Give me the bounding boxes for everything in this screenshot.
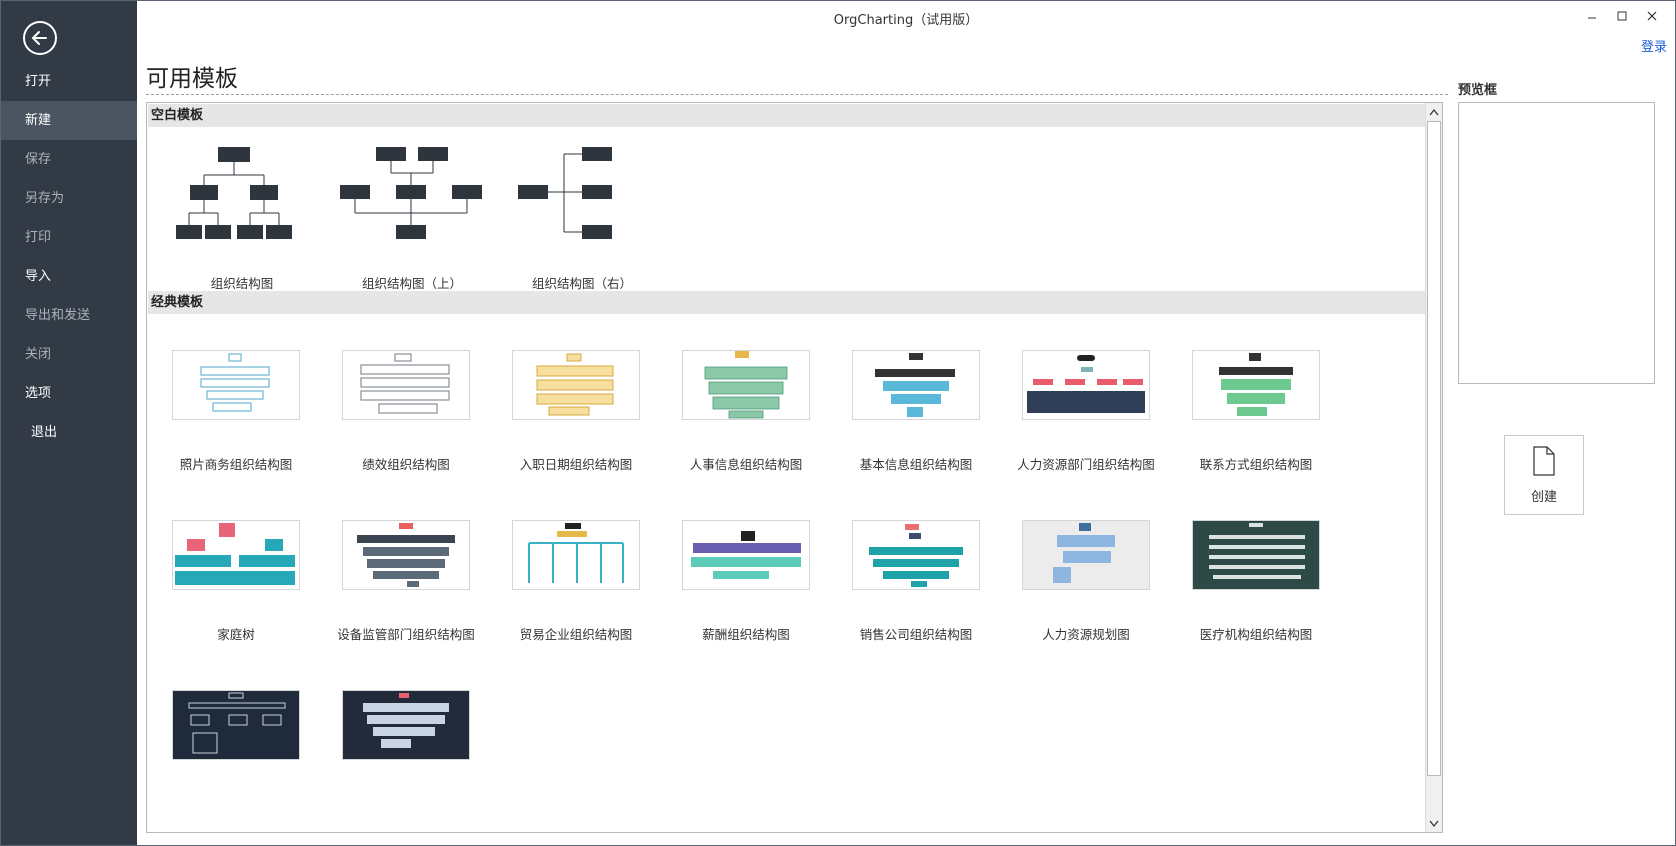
sidebar-item-import[interactable]: 导入 bbox=[1, 257, 137, 296]
template-label: 绩效组织结构图 bbox=[362, 457, 450, 472]
sidebar: 打开 新建 保存 另存为 打印 导入 导出和发送 关闭 选项 退出 bbox=[1, 1, 137, 845]
minimize-icon bbox=[1588, 17, 1596, 19]
template-thumbnail bbox=[342, 520, 470, 590]
template-sales-company[interactable]: 销售公司组织结构图 bbox=[827, 520, 997, 650]
template-thumbnail bbox=[342, 350, 470, 420]
vertical-scrollbar[interactable] bbox=[1425, 103, 1442, 832]
template-thumbnail bbox=[1022, 350, 1150, 420]
triangle-down-icon bbox=[1429, 820, 1439, 827]
maximize-icon bbox=[1617, 11, 1627, 21]
template-label: 家庭树 bbox=[217, 627, 255, 642]
org-chart-thumbnail bbox=[176, 147, 292, 239]
template-trade-enterprise[interactable]: 贸易企业组织结构图 bbox=[487, 520, 657, 650]
template-panel: 空白模板 组织结构图 组织结构图（上） 组织结构图（右） 经典模板 照片商务组织… bbox=[146, 102, 1443, 833]
template-hire-date[interactable]: 入职日期组织结构图 bbox=[487, 350, 657, 480]
sidebar-item-close[interactable]: 关闭 bbox=[1, 335, 137, 374]
close-button[interactable] bbox=[1637, 5, 1667, 27]
window-title: OrgCharting（试用版） bbox=[833, 13, 979, 28]
template-label: 人力资源部门组织结构图 bbox=[1017, 457, 1155, 472]
template-label: 销售公司组织结构图 bbox=[859, 627, 973, 642]
back-button[interactable] bbox=[23, 21, 57, 55]
sidebar-nav: 打开 新建 保存 另存为 打印 导入 导出和发送 关闭 选项 退出 bbox=[1, 62, 137, 452]
preview-label: 预览框 bbox=[1458, 83, 1498, 98]
template-thumbnail bbox=[682, 350, 810, 420]
template-performance[interactable]: 绩效组织结构图 bbox=[317, 350, 487, 480]
template-label: 设备监管部门组织结构图 bbox=[337, 627, 475, 642]
sidebar-item-print[interactable]: 打印 bbox=[1, 218, 137, 257]
create-label: 创建 bbox=[1530, 490, 1557, 505]
org-chart-up-thumbnail bbox=[340, 147, 482, 239]
template-label: 贸易企业组织结构图 bbox=[519, 627, 633, 642]
page-title: 可用模板 bbox=[146, 66, 238, 92]
document-icon bbox=[1533, 446, 1555, 476]
scroll-up-button[interactable] bbox=[1426, 103, 1442, 120]
template-hr-planning[interactable]: 人力资源规划图 bbox=[997, 520, 1167, 650]
template-thumbnail bbox=[512, 520, 640, 590]
template-hr-department[interactable]: 人力资源部门组织结构图 bbox=[997, 350, 1167, 480]
section-blank-templates: 空白模板 bbox=[148, 104, 1425, 127]
template-dark-1[interactable] bbox=[147, 690, 317, 780]
org-chart-right-thumbnail bbox=[518, 147, 612, 239]
template-medical-institution[interactable]: 医疗机构组织结构图 bbox=[1167, 520, 1337, 650]
template-label: 薪酬组织结构图 bbox=[702, 627, 790, 642]
scrollbar-thumb[interactable] bbox=[1427, 121, 1441, 776]
template-thumbnail bbox=[682, 520, 810, 590]
section-classic-templates: 经典模板 bbox=[148, 291, 1425, 314]
template-thumbnail bbox=[1192, 350, 1320, 420]
template-label: 组织结构图（上） bbox=[361, 276, 462, 291]
sidebar-item-exit[interactable]: 退出 bbox=[1, 413, 137, 452]
template-label: 医疗机构组织结构图 bbox=[1199, 627, 1313, 642]
template-label: 人力资源规划图 bbox=[1042, 627, 1130, 642]
template-org-chart-up[interactable]: 组织结构图（上） bbox=[332, 145, 492, 295]
template-label: 组织结构图（右） bbox=[531, 276, 632, 291]
template-thumbnail bbox=[512, 350, 640, 420]
template-org-chart-right[interactable]: 组织结构图（右） bbox=[502, 145, 662, 295]
template-thumbnail bbox=[172, 350, 300, 420]
template-thumbnail bbox=[1192, 520, 1320, 590]
template-thumbnail bbox=[1022, 520, 1150, 590]
template-thumbnail bbox=[342, 690, 470, 760]
scroll-down-button[interactable] bbox=[1426, 815, 1442, 832]
sidebar-item-export-send[interactable]: 导出和发送 bbox=[1, 296, 137, 335]
title-bar: OrgCharting（试用版） bbox=[137, 1, 1675, 35]
template-label: 照片商务组织结构图 bbox=[179, 457, 293, 472]
close-icon bbox=[1647, 11, 1657, 21]
template-personnel-info[interactable]: 人事信息组织结构图 bbox=[657, 350, 827, 480]
template-thumbnail bbox=[852, 350, 980, 420]
template-contact[interactable]: 联系方式组织结构图 bbox=[1167, 350, 1337, 480]
create-button[interactable]: 创建 bbox=[1504, 435, 1584, 515]
sidebar-item-save-as[interactable]: 另存为 bbox=[1, 179, 137, 218]
template-photo-business[interactable]: 照片商务组织结构图 bbox=[147, 350, 317, 480]
template-org-chart[interactable]: 组织结构图 bbox=[162, 145, 322, 295]
template-label: 人事信息组织结构图 bbox=[689, 457, 803, 472]
maximize-button[interactable] bbox=[1607, 5, 1637, 27]
template-salary[interactable]: 薪酬组织结构图 bbox=[657, 520, 827, 650]
template-equipment-supervision[interactable]: 设备监管部门组织结构图 bbox=[317, 520, 487, 650]
sidebar-item-save[interactable]: 保存 bbox=[1, 140, 137, 179]
triangle-up-icon bbox=[1429, 108, 1439, 115]
template-thumbnail bbox=[852, 520, 980, 590]
minimize-button[interactable] bbox=[1577, 5, 1607, 27]
sidebar-item-options[interactable]: 选项 bbox=[1, 374, 137, 413]
template-label: 联系方式组织结构图 bbox=[1199, 457, 1313, 472]
template-family-tree[interactable]: 家庭树 bbox=[147, 520, 317, 650]
template-label: 基本信息组织结构图 bbox=[859, 457, 973, 472]
divider bbox=[146, 94, 1448, 95]
template-dark-2[interactable] bbox=[317, 690, 487, 780]
login-link[interactable]: 登录 bbox=[1641, 36, 1667, 55]
template-thumbnail bbox=[172, 690, 300, 760]
template-label: 组织结构图 bbox=[210, 276, 274, 291]
template-basic-info[interactable]: 基本信息组织结构图 bbox=[827, 350, 997, 480]
template-label: 入职日期组织结构图 bbox=[519, 457, 633, 472]
template-thumbnail bbox=[172, 520, 300, 590]
arrow-left-icon bbox=[32, 31, 47, 45]
sidebar-item-new[interactable]: 新建 bbox=[1, 101, 137, 140]
sidebar-item-open[interactable]: 打开 bbox=[1, 62, 137, 101]
preview-box bbox=[1458, 102, 1655, 384]
